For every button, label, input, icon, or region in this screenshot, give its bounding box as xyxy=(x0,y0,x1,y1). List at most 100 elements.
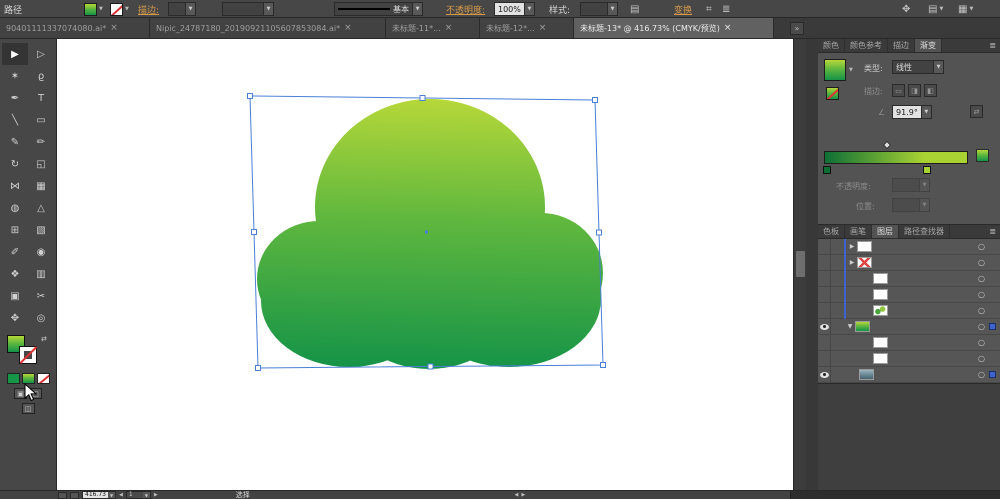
gradient-angle-field[interactable]: 91.9°▼ xyxy=(892,105,932,119)
close-icon[interactable]: × xyxy=(344,23,352,33)
handle-bottom-middle[interactable] xyxy=(428,364,433,369)
tab-stroke[interactable]: 描边 xyxy=(888,39,915,52)
layer-thumbnail[interactable] xyxy=(857,257,872,268)
scale-tool[interactable]: ◱ xyxy=(28,153,54,175)
column-graph-tool[interactable]: ▥ xyxy=(28,263,54,285)
vertical-scrollbar[interactable] xyxy=(793,39,806,490)
target-circle-icon[interactable]: ○ xyxy=(978,355,985,363)
layer-thumbnail[interactable] xyxy=(873,273,888,284)
document-setup-icon[interactable]: ▤ xyxy=(630,4,639,15)
layer-thumbnail[interactable] xyxy=(873,289,888,300)
gradient-midpoint-handle[interactable] xyxy=(883,141,891,149)
gradient-annotator-icon[interactable] xyxy=(976,149,989,162)
gradient-thumbnail[interactable] xyxy=(824,59,846,81)
gradient-type-dropdown[interactable]: 线性▼ xyxy=(892,60,944,74)
close-icon[interactable]: × xyxy=(110,23,118,33)
stroke-proxy[interactable] xyxy=(19,346,37,364)
handle-bottom-right[interactable] xyxy=(601,363,606,368)
tab-gradient[interactable]: 渐变 xyxy=(915,39,942,52)
slice-tool[interactable]: ✂ xyxy=(28,285,54,307)
color-button[interactable] xyxy=(7,373,20,384)
gradient-stop-left[interactable] xyxy=(823,166,831,174)
magic-wand-tool[interactable]: ✶ xyxy=(2,65,28,87)
type-tool[interactable]: T xyxy=(28,87,54,109)
artboard-navigation-dropdown[interactable]: 1▼ xyxy=(126,491,151,499)
layer-thumbnail[interactable] xyxy=(857,241,872,252)
artboard-tool[interactable]: ▣ xyxy=(2,285,28,307)
expand-arrow-icon[interactable]: ▼ xyxy=(845,323,855,330)
layer-row-selected[interactable]: ○ xyxy=(818,367,1000,383)
handle-top-right[interactable] xyxy=(593,98,598,103)
status-icon-left-2[interactable] xyxy=(70,492,79,499)
rectangle-tool[interactable]: ▭ xyxy=(28,109,54,131)
stroke-within-icon[interactable]: ▭ xyxy=(892,84,905,97)
brush-definition-dropdown[interactable]: 基本▼ xyxy=(334,2,423,16)
pencil-tool[interactable]: ✏ xyxy=(28,131,54,153)
tab-layers[interactable]: 图层 xyxy=(872,225,899,238)
next-artboard-icon[interactable]: ▶ xyxy=(154,492,158,498)
document-tab-active[interactable]: 未标题-13* @ 416.73% (CMYK/预览)× xyxy=(574,18,774,38)
layer-thumbnail[interactable] xyxy=(859,369,874,380)
layer-row[interactable]: ○ xyxy=(818,271,1000,287)
tab-pathfinder[interactable]: 路径查找器 xyxy=(899,225,950,238)
move-icon[interactable]: ✥ xyxy=(902,4,910,15)
panel-options-icon[interactable]: ▤ xyxy=(928,4,937,15)
none-button[interactable] xyxy=(37,373,50,384)
document-tab[interactable]: 未标题-12*...× xyxy=(480,18,574,38)
layer-thumbnail[interactable] xyxy=(873,305,888,316)
stroke-gradient-swatch[interactable] xyxy=(826,87,839,100)
gradient-tool[interactable]: ▧ xyxy=(28,219,54,241)
layer-row[interactable]: ○ xyxy=(818,351,1000,367)
target-circle-icon[interactable]: ○ xyxy=(978,323,985,331)
expand-arrow-icon[interactable]: ▶ xyxy=(847,243,857,250)
tab-brushes[interactable]: 画笔 xyxy=(845,225,872,238)
direct-selection-tool[interactable]: ▷ xyxy=(28,43,54,65)
handle-top-middle[interactable] xyxy=(420,96,425,101)
close-icon[interactable]: × xyxy=(445,23,453,33)
stroke-color-dropdown[interactable]: ▼ xyxy=(110,2,129,16)
stroke-along-icon[interactable]: ◨ xyxy=(908,84,921,97)
symbol-sprayer-tool[interactable]: ❖ xyxy=(2,263,28,285)
prev-artboard-icon[interactable]: ◀ xyxy=(119,492,123,498)
visibility-toggle[interactable] xyxy=(818,319,831,334)
handle-top-left[interactable] xyxy=(248,94,253,99)
scroll-right-icon[interactable]: ▶ xyxy=(521,492,525,498)
style-dropdown[interactable]: ▼ xyxy=(580,2,618,16)
visibility-toggle[interactable] xyxy=(818,303,831,318)
target-circle-icon[interactable]: ○ xyxy=(978,243,985,251)
chevron-down-icon[interactable]: ▼ xyxy=(849,67,853,73)
zoom-dropdown[interactable]: 416.73▼ xyxy=(82,491,116,499)
panel-menu-icon[interactable]: ≣ xyxy=(985,225,1000,238)
layer-row[interactable]: ○ xyxy=(818,287,1000,303)
panel-menu-icon[interactable]: ≣ xyxy=(985,39,1000,52)
stroke-weight-dropdown[interactable]: ▼ xyxy=(168,2,196,16)
workspace-icon[interactable]: ▦ xyxy=(958,4,967,15)
target-circle-icon[interactable]: ○ xyxy=(978,275,985,283)
close-icon[interactable]: × xyxy=(724,23,732,33)
visibility-toggle[interactable] xyxy=(818,287,831,302)
paintbrush-tool[interactable]: ✎ xyxy=(2,131,28,153)
handle-middle-right[interactable] xyxy=(597,230,602,235)
reverse-gradient-icon[interactable]: ⇄ xyxy=(970,105,983,118)
perspective-grid-tool[interactable]: △ xyxy=(28,197,54,219)
visibility-toggle[interactable] xyxy=(818,255,831,270)
visibility-toggle[interactable] xyxy=(818,239,831,254)
swap-fill-stroke-icon[interactable]: ⇄ xyxy=(41,335,47,343)
layer-row[interactable]: ○ xyxy=(818,303,1000,319)
width-tool[interactable]: ⋈ xyxy=(2,175,28,197)
hand-tool[interactable]: ✥ xyxy=(2,307,28,329)
expand-arrow-icon[interactable]: ▶ xyxy=(847,259,857,266)
visibility-toggle[interactable] xyxy=(818,335,831,350)
target-circle-icon[interactable]: ○ xyxy=(978,291,985,299)
line-segment-tool[interactable]: ╲ xyxy=(2,109,28,131)
layer-row-selected[interactable]: ▼ ○ xyxy=(818,319,1000,335)
status-icon-left[interactable] xyxy=(58,492,67,499)
document-tab[interactable]: 90401111337074080.ai*× xyxy=(0,18,150,38)
layer-row[interactable]: ▶ ○ xyxy=(818,255,1000,271)
fill-color-dropdown[interactable]: ▼ xyxy=(84,2,103,16)
selection-tool[interactable]: ▶ xyxy=(2,43,28,65)
artboard-canvas[interactable] xyxy=(57,39,793,490)
layer-row[interactable]: ○ xyxy=(818,335,1000,351)
close-icon[interactable]: × xyxy=(539,23,547,33)
tab-overflow-button[interactable]: » xyxy=(790,22,804,35)
